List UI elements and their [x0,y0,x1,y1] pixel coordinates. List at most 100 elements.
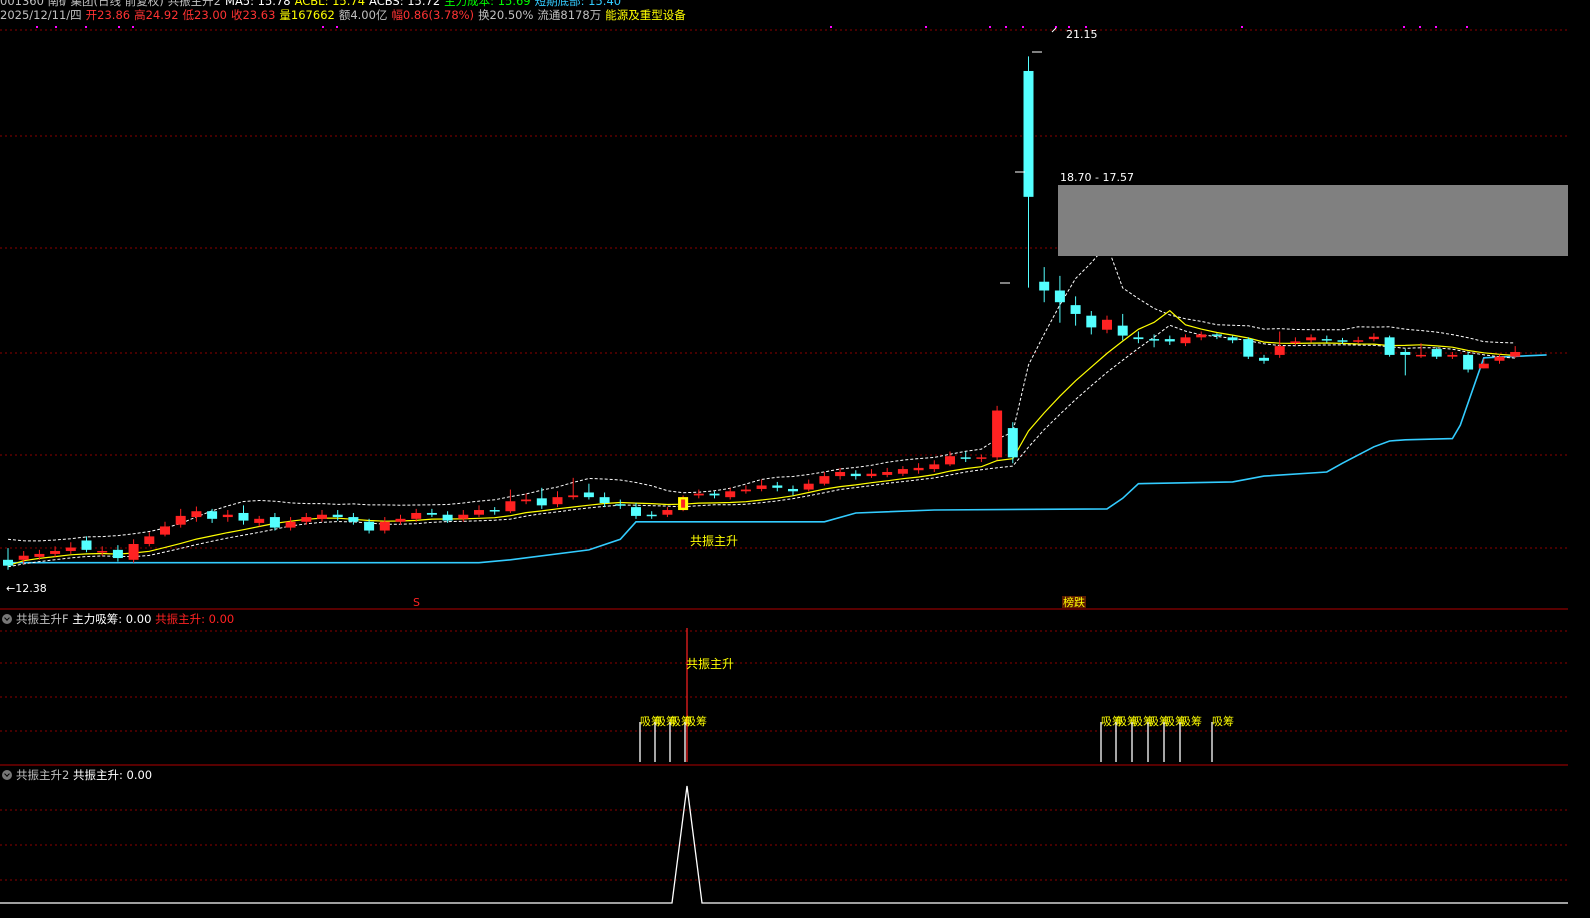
magenta-dot [1241,26,1243,28]
candle-body [144,536,155,544]
candle-body [1227,337,1238,341]
candle-body [960,457,971,459]
candle-body [913,467,924,471]
candle-body [1149,339,1160,341]
marker-bang: 榜跌 [1063,595,1085,609]
candle-body [301,517,312,522]
candle-body [756,485,767,489]
candle-body [489,510,500,512]
panel3-value1: 共振主升: 0.00 [72,768,153,782]
moving-averages [7,243,1516,568]
candle-body [254,518,265,523]
magenta-dot [989,26,991,28]
candle-body [426,512,437,515]
magenta-dot [830,26,832,28]
candle-body [1400,351,1411,355]
magenta-dot [1403,26,1405,28]
panel2-title: 共振主升F 主力吸筹: 0.00 共振主升: 0.00 [0,611,234,627]
candle-body [615,504,626,506]
candle-body [50,551,61,554]
candle-body [1039,281,1050,291]
candle-body [599,497,610,504]
candle-body [1306,337,1317,341]
candle-body [1478,363,1489,369]
panel3-title: 共振主升2 共振主升: 0.00 [0,767,152,783]
panel2-signal-label: 共振主升 [686,657,734,671]
candles [3,56,1521,570]
candle-body [1290,341,1301,344]
candle-body [1180,337,1191,344]
candle-body [819,476,830,484]
candle-body [1447,354,1458,357]
candle-body [992,410,1003,458]
candle-body [1243,339,1254,357]
collapse-icon[interactable] [2,614,12,624]
candle-body [709,493,720,496]
panel3-name: 共振主升2 [16,768,70,782]
marker-s: S [413,596,420,609]
magenta-dot [336,26,338,28]
candle-body [521,499,532,502]
candle-body [803,483,814,490]
candle-body [929,464,940,470]
support-line [8,354,1547,564]
candle-body [379,521,390,531]
panel2-indicator: 共振主升吸筹吸筹吸筹吸筹 吸筹吸筹吸筹吸筹吸筹吸筹 吸筹 [639,628,1234,762]
candle-body [348,517,359,522]
candle-body [662,510,673,515]
candle-body [97,551,108,553]
candle-body [1211,334,1222,336]
candle-body [1102,319,1112,330]
candle-body [1321,339,1332,341]
candle-body [191,511,202,518]
candle-body [34,553,45,557]
magenta-dot [85,26,87,28]
range-box [1058,185,1568,256]
candle-body [1416,354,1426,357]
candle-body [788,488,798,492]
candle-body [65,547,76,552]
candle-body [1054,290,1065,303]
candle-body [646,514,657,517]
signal-candle-core [681,499,686,508]
candle-body [583,492,594,498]
candle-body [1117,325,1128,336]
candle-body [850,473,861,477]
candle-body [1164,339,1175,342]
candle-body [1133,337,1144,340]
candle-body [18,555,29,560]
ma-upper-dashed [7,243,1516,542]
candle-body [442,514,453,521]
candle-body [976,457,987,459]
candle-body [411,512,422,519]
magenta-dot [132,26,134,28]
candle-body [536,498,547,506]
candle-body [897,469,908,474]
candle-body [1463,354,1474,370]
low-label: ←12.38 [6,582,47,595]
candle-body [1431,349,1442,357]
candle-body [945,456,955,465]
candle-body [1494,356,1505,361]
panel2-value1: 主力吸筹: 0.00 [72,612,152,626]
candle-body [238,512,249,521]
candle-body [1368,336,1379,340]
candle-body [1353,340,1364,342]
panel2-value2: 共振主升: 0.00 [155,612,235,626]
grid-lines [0,26,1568,881]
collapse-icon[interactable] [2,770,12,780]
candle-body [772,485,783,488]
candle-body [285,521,296,528]
absorb-label: 吸筹 [685,714,707,728]
candle-body [725,491,736,498]
candle-body [568,495,579,498]
candle-body [631,507,641,516]
candle-body [332,514,343,518]
magenta-dot [1419,26,1421,28]
candle-body [81,540,92,550]
panel2-name: 共振主升F [16,612,69,626]
magenta-dot [1435,26,1437,28]
range-box-label: 18.70 - 17.57 [1060,171,1134,184]
candle-body [1196,334,1207,338]
magenta-dot [1005,26,1007,28]
